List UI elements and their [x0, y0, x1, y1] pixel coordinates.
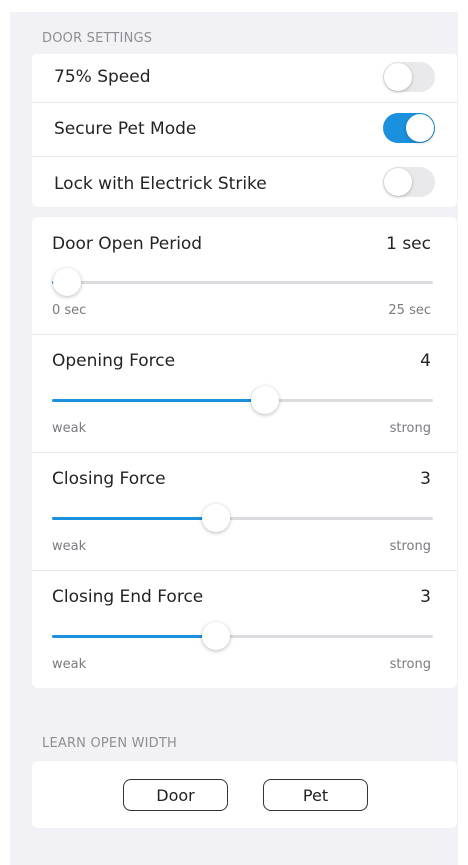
slider-min-label: weak [52, 657, 87, 672]
slider-fill [52, 517, 216, 520]
slider-closing-force: Closing Force 3 weak strong [32, 452, 457, 571]
door-force-card: Door Open Period 1 sec 0 sec 25 sec Open… [32, 217, 457, 688]
slider-opening-force: Opening Force 4 weak strong [32, 334, 457, 453]
toggle-row-electric-strike[interactable]: Lock with Electrick Strike [32, 156, 457, 207]
secure-pet-mode-switch[interactable] [383, 113, 435, 143]
slider-thumb[interactable] [201, 504, 230, 532]
door-settings-card: 75% Speed Secure Pet Mode Lock with Elec… [32, 54, 457, 207]
slider-label: Closing Force [52, 469, 166, 489]
slider-track[interactable] [52, 504, 433, 532]
slider-max-label: strong [389, 539, 431, 554]
switch-knob [384, 168, 412, 196]
slider-min-label: 0 sec [52, 303, 87, 318]
door-settings-header: DOOR SETTINGS [42, 31, 153, 46]
slider-closing-end-force: Closing End Force 3 weak strong [32, 570, 457, 688]
toggle-label-speed: 75% Speed [54, 67, 151, 87]
slider-min-label: weak [52, 539, 87, 554]
learn-door-button[interactable]: Door [123, 779, 228, 811]
slider-label: Door Open Period [52, 234, 203, 254]
slider-track[interactable] [52, 622, 433, 650]
slider-value: 3 [420, 469, 431, 489]
toggle-row-secure-pet-mode[interactable]: Secure Pet Mode [32, 102, 457, 157]
slider-door-open-period: Door Open Period 1 sec 0 sec 25 sec [32, 217, 457, 335]
slider-max-label: 25 sec [388, 303, 431, 318]
slider-label: Closing End Force [52, 587, 204, 607]
slider-value: 3 [420, 587, 431, 607]
slider-max-label: strong [389, 657, 431, 672]
electric-strike-switch[interactable] [383, 167, 435, 197]
slider-thumb[interactable] [53, 268, 82, 296]
switch-knob [384, 63, 412, 91]
slider-fill [52, 635, 216, 638]
toggle-row-speed[interactable]: 75% Speed [32, 54, 457, 103]
toggle-label-electric-strike: Lock with Electrick Strike [54, 174, 267, 194]
speed-switch[interactable] [383, 62, 435, 92]
switch-knob [406, 114, 434, 142]
slider-value: 4 [420, 351, 431, 371]
slider-thumb[interactable] [251, 386, 280, 414]
slider-fill [52, 399, 266, 402]
learn-open-width-card: Door Pet [32, 761, 457, 828]
learn-pet-button[interactable]: Pet [263, 779, 368, 811]
slider-label: Opening Force [52, 351, 176, 371]
learn-open-width-header: LEARN OPEN WIDTH [42, 736, 177, 751]
slider-min-label: weak [52, 421, 87, 436]
slider-track[interactable] [52, 268, 433, 296]
toggle-label-secure-pet-mode: Secure Pet Mode [54, 119, 197, 139]
slider-track[interactable] [52, 386, 433, 414]
slider-value: 1 sec [386, 234, 431, 254]
slider-thumb[interactable] [201, 622, 230, 650]
slider-max-label: strong [389, 421, 431, 436]
